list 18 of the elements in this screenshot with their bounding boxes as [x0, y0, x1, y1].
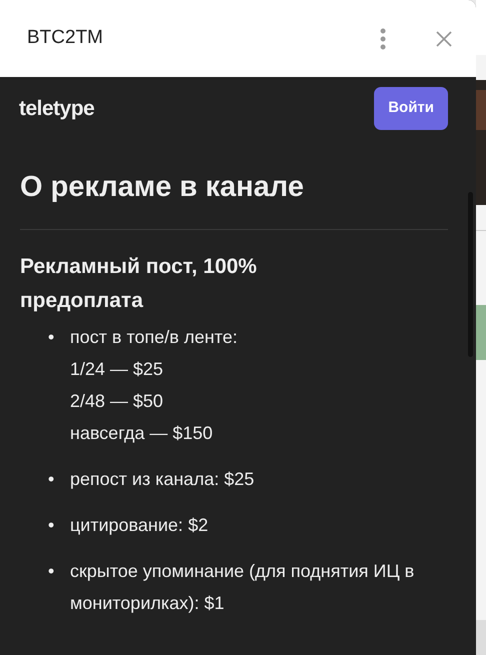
bullet: •: [48, 514, 56, 538]
list-text: репост из канала: $25: [70, 468, 254, 492]
bullet: •: [48, 468, 56, 492]
list-text: цитирование: $2: [70, 514, 208, 538]
list-text: пост в топе/в ленте:: [70, 326, 238, 350]
list-text: скрытое упоминание (для поднятия ИЦ в мониторилках): $1: [70, 560, 416, 616]
window-title: BTC2TM: [27, 26, 104, 50]
list-text: навсегда — $150: [70, 422, 214, 446]
article-title: О рекламе в канале: [20, 170, 305, 204]
logo[interactable]: teletype: [19, 92, 94, 124]
more-icon[interactable]: [380, 28, 386, 50]
bullet: •: [48, 560, 56, 584]
section-heading: Рекламный пост, 100% предоплата: [20, 254, 258, 314]
close-icon[interactable]: [436, 30, 452, 46]
login-button[interactable]: Войти: [374, 87, 448, 130]
list-text: 2/48 — $50: [70, 390, 164, 414]
list-text: 1/24 — $25: [70, 358, 164, 382]
bullet: •: [48, 326, 56, 350]
